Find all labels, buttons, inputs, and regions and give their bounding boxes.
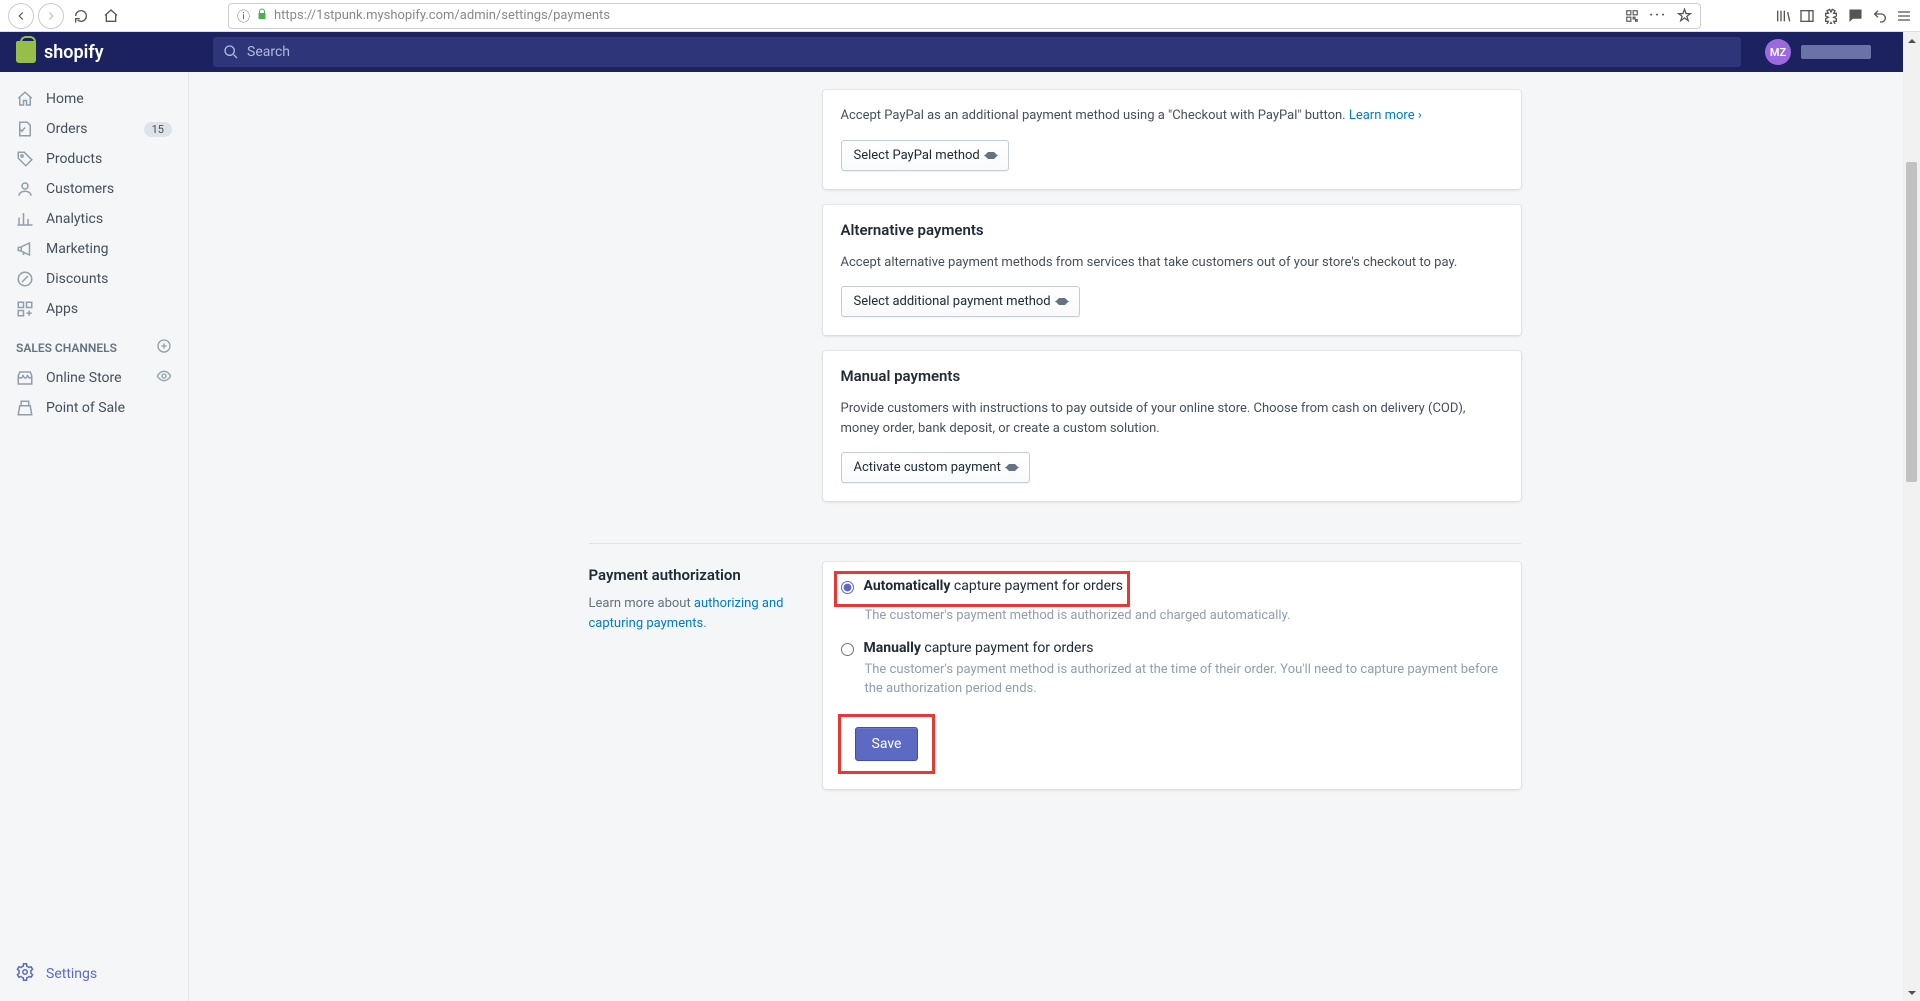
alt-payments-title: Alternative payments xyxy=(841,221,1503,239)
radio-auto-label: Automatically capture payment for orders xyxy=(864,578,1123,594)
paypal-learn-more-link[interactable]: Learn more › xyxy=(1349,108,1422,123)
radio-manual-desc: The customer's payment method is authori… xyxy=(865,660,1503,699)
scroll-up-arrow[interactable] xyxy=(1903,32,1920,49)
alt-payments-desc: Accept alternative payment methods from … xyxy=(841,253,1503,273)
discount-icon xyxy=(16,270,34,288)
bookmark-star-icon[interactable] xyxy=(1677,8,1692,23)
search-icon xyxy=(223,44,239,60)
manual-method-select[interactable]: Activate custom payment xyxy=(841,452,1030,483)
page-actions-icon[interactable]: ··· xyxy=(1649,8,1667,23)
manual-payments-card: Manual payments Provide customers with i… xyxy=(823,351,1521,501)
undo-icon[interactable] xyxy=(1872,8,1888,24)
reload-button[interactable] xyxy=(68,3,94,29)
nav-label: Products xyxy=(46,151,102,167)
paypal-desc: Accept PayPal as an additional payment m… xyxy=(841,106,1503,126)
store-icon xyxy=(16,369,34,387)
forward-button[interactable] xyxy=(38,3,64,29)
radio-auto-desc: The customer's payment method is authori… xyxy=(865,606,1503,626)
tag-icon xyxy=(16,150,34,168)
radio-manual-label: Manually capture payment for orders xyxy=(864,640,1094,656)
nav-settings[interactable]: Settings xyxy=(0,953,188,1001)
orders-badge: 15 xyxy=(144,122,172,137)
nav-label: Analytics xyxy=(46,211,103,227)
user-name-redacted xyxy=(1801,45,1871,59)
manual-payments-desc: Provide customers with instructions to p… xyxy=(841,399,1503,438)
nav-discounts[interactable]: Discounts xyxy=(0,264,188,294)
user-menu[interactable]: MZ xyxy=(1765,39,1920,65)
highlight-save: Save xyxy=(841,717,933,771)
scrollbar-thumb[interactable] xyxy=(1906,162,1917,482)
view-store-icon[interactable] xyxy=(156,368,172,388)
payment-auth-card: Automatically capture payment for orders… xyxy=(823,562,1521,789)
apps-icon xyxy=(16,300,34,318)
nav-label: Orders xyxy=(46,121,88,137)
alternative-payments-card: Alternative payments Accept alternative … xyxy=(823,205,1521,336)
home-icon xyxy=(16,90,34,108)
pos-icon xyxy=(16,399,34,417)
nav-label: Customers xyxy=(46,181,114,197)
chat-icon[interactable] xyxy=(1847,7,1864,24)
settings-label: Settings xyxy=(46,966,97,982)
nav-label: Online Store xyxy=(46,370,122,386)
address-bar[interactable]: ⓘ https://1stpunk.myshopify.com/admin/se… xyxy=(228,3,1701,29)
nav-point-of-sale[interactable]: Point of Sale xyxy=(0,393,188,423)
radio-auto-capture[interactable]: Automatically capture payment for orders xyxy=(841,578,1123,594)
orders-icon xyxy=(16,120,34,138)
nav-apps[interactable]: Apps xyxy=(0,294,188,324)
paypal-method-select[interactable]: Select PayPal method xyxy=(841,140,1009,171)
nav-orders[interactable]: Orders 15 xyxy=(0,114,188,144)
scroll-down-arrow[interactable] xyxy=(1903,984,1920,1001)
app-topbar: shopify Search MZ xyxy=(0,32,1920,72)
nav-label: Home xyxy=(46,91,84,107)
nav-label: Marketing xyxy=(46,241,109,257)
paypal-card: Accept PayPal as an additional payment m… xyxy=(823,90,1521,189)
nav-marketing[interactable]: Marketing xyxy=(0,234,188,264)
radio-manual-capture[interactable]: Manually capture payment for orders xyxy=(841,640,1503,656)
shopify-logo[interactable]: shopify xyxy=(0,41,189,63)
payment-auth-help: Learn more about authorizing and capturi… xyxy=(589,594,799,633)
radio-manual-input[interactable] xyxy=(841,643,854,656)
browser-toolbar: ⓘ https://1stpunk.myshopify.com/admin/se… xyxy=(0,0,1920,32)
back-button[interactable] xyxy=(8,3,34,29)
alt-method-select[interactable]: Select additional payment method xyxy=(841,286,1080,317)
vertical-scrollbar[interactable] xyxy=(1903,32,1920,1001)
nav-label: Point of Sale xyxy=(46,400,125,416)
nav-online-store[interactable]: Online Store xyxy=(0,363,188,393)
nav-label: Apps xyxy=(46,301,78,317)
save-button[interactable]: Save xyxy=(855,727,919,761)
sales-channels-header: SALES CHANNELS xyxy=(0,324,188,363)
info-icon: ⓘ xyxy=(237,6,250,25)
manual-payments-title: Manual payments xyxy=(841,367,1503,385)
radio-auto-input[interactable] xyxy=(841,581,854,594)
url-text: https://1stpunk.myshopify.com/admin/sett… xyxy=(274,8,610,23)
sidebar-icon[interactable] xyxy=(1799,8,1815,24)
gear-icon xyxy=(16,963,34,985)
home-button[interactable] xyxy=(98,3,124,29)
addons-icon[interactable] xyxy=(1823,8,1839,24)
user-avatar: MZ xyxy=(1765,39,1791,65)
brand-text: shopify xyxy=(44,42,104,63)
highlight-auto-capture: Automatically capture payment for orders xyxy=(837,574,1127,604)
nav-home[interactable]: Home xyxy=(0,84,188,114)
chart-icon xyxy=(16,210,34,228)
shopify-bag-icon xyxy=(16,41,36,63)
qr-icon[interactable] xyxy=(1625,9,1639,23)
sidebar: Home Orders 15 Products Customers Analyt… xyxy=(0,72,189,1001)
nav-analytics[interactable]: Analytics xyxy=(0,204,188,234)
library-icon[interactable] xyxy=(1775,8,1791,24)
search-placeholder: Search xyxy=(247,44,290,60)
nav-label: Discounts xyxy=(46,271,108,287)
nav-customers[interactable]: Customers xyxy=(0,174,188,204)
payment-auth-title: Payment authorization xyxy=(589,566,799,584)
global-search[interactable]: Search xyxy=(213,37,1741,67)
lock-icon xyxy=(256,8,268,24)
nav-products[interactable]: Products xyxy=(0,144,188,174)
main-content: Accept PayPal as an additional payment m… xyxy=(189,72,1920,1001)
person-icon xyxy=(16,180,34,198)
add-channel-button[interactable] xyxy=(156,338,172,357)
megaphone-icon xyxy=(16,240,34,258)
menu-icon[interactable] xyxy=(1896,8,1912,24)
